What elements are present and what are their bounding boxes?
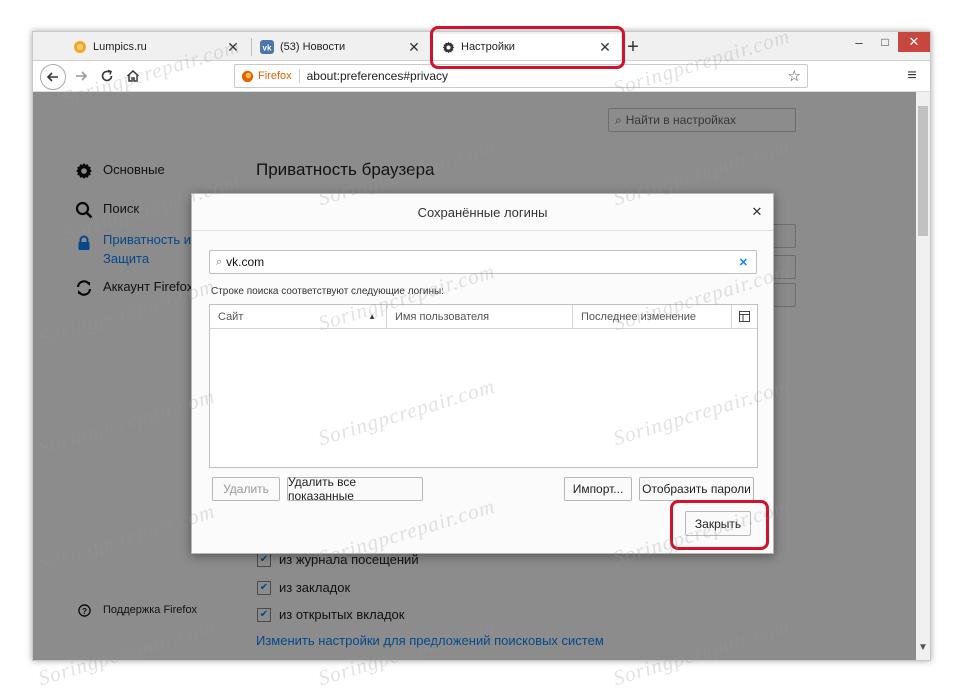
column-picker-icon[interactable] bbox=[732, 305, 757, 328]
reload-button[interactable] bbox=[97, 66, 117, 86]
search-value: vk.com bbox=[226, 255, 265, 269]
lumpics-favicon bbox=[73, 40, 87, 54]
sort-up-icon: ▲ bbox=[368, 312, 376, 321]
remove-all-button[interactable]: Удалить все показанные bbox=[287, 475, 423, 503]
tab-lumpics[interactable]: Lumpics.ru ✕ bbox=[65, 34, 249, 60]
logins-table[interactable]: Сайт ▲ Имя пользователя Последнее измене… bbox=[209, 304, 758, 468]
logins-search-input[interactable]: ⌕ vk.com ✕ bbox=[209, 250, 757, 274]
column-label: Последнее изменение bbox=[581, 310, 697, 323]
url-divider bbox=[298, 69, 300, 83]
arrow-left-icon bbox=[46, 72, 58, 82]
arrow-right-icon bbox=[76, 71, 88, 81]
dialog-close-icon[interactable]: ✕ bbox=[749, 204, 765, 220]
close-tab-icon[interactable]: ✕ bbox=[406, 39, 422, 56]
scrollbar-thumb[interactable] bbox=[918, 106, 928, 236]
column-label: Имя пользователя bbox=[395, 310, 490, 323]
search-icon: ⌕ bbox=[216, 255, 223, 268]
import-button[interactable]: Импорт... bbox=[564, 477, 632, 501]
column-label: Сайт bbox=[218, 310, 244, 323]
table-header: Сайт ▲ Имя пользователя Последнее измене… bbox=[210, 305, 757, 329]
column-username[interactable]: Имя пользователя bbox=[387, 305, 573, 328]
identity-label: Firefox bbox=[258, 70, 292, 82]
url-text[interactable]: about:preferences#privacy bbox=[307, 69, 788, 83]
firefox-icon bbox=[241, 70, 254, 83]
highlight-close-button bbox=[670, 500, 769, 550]
tab-title: Lumpics.ru bbox=[93, 41, 147, 53]
show-passwords-button[interactable]: Отобразить пароли bbox=[639, 477, 754, 501]
column-last-changed[interactable]: Последнее изменение bbox=[573, 305, 732, 328]
scrollbar[interactable]: ▼ bbox=[916, 92, 930, 660]
bookmark-star-icon[interactable]: ☆ bbox=[788, 67, 801, 85]
dialog-header: Сохранённые логины ✕ bbox=[192, 194, 773, 231]
highlight-settings-tab bbox=[430, 26, 625, 69]
column-site[interactable]: Сайт ▲ bbox=[210, 305, 387, 328]
minimize-button[interactable]: – bbox=[846, 32, 872, 52]
back-button[interactable] bbox=[40, 64, 66, 90]
tab-title: (53) Новости bbox=[280, 41, 346, 53]
home-icon bbox=[126, 69, 140, 82]
vk-favicon: vk bbox=[260, 40, 274, 54]
maximize-button[interactable]: □ bbox=[872, 32, 898, 52]
tab-vk[interactable]: vk (53) Новости ✕ bbox=[252, 34, 430, 60]
remove-button[interactable]: Удалить bbox=[212, 477, 280, 501]
search-hint: Строке поиска соответствуют следующие ло… bbox=[211, 286, 444, 297]
scroll-down-icon[interactable]: ▼ bbox=[916, 642, 930, 656]
svg-text:vk: vk bbox=[263, 44, 272, 53]
menu-button[interactable]: ≡ bbox=[902, 66, 922, 86]
home-button[interactable] bbox=[123, 66, 143, 86]
dialog-title: Сохранённые логины bbox=[417, 204, 548, 220]
clear-search-icon[interactable]: ✕ bbox=[739, 256, 748, 269]
close-tab-icon[interactable]: ✕ bbox=[225, 39, 241, 56]
forward-button[interactable] bbox=[71, 66, 91, 86]
close-window-button[interactable]: ✕ bbox=[898, 32, 930, 52]
reload-icon bbox=[101, 69, 113, 82]
